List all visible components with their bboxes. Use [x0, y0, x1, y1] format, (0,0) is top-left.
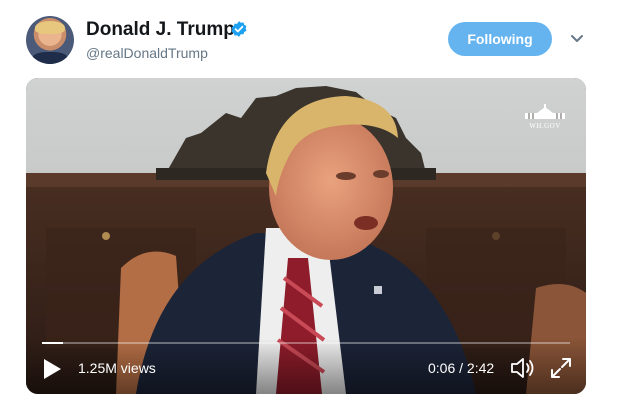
volume-icon[interactable] [510, 356, 536, 380]
fullscreen-icon[interactable] [550, 357, 572, 379]
tweet-header: Donald J. Trump @realDonaldTrump Followi… [0, 0, 620, 78]
video-controls: 1.25M views 0:06 / 2:42 [26, 338, 586, 394]
white-house-logo-icon [525, 104, 565, 119]
following-button[interactable]: Following [448, 22, 552, 56]
watermark-text: WH.GOV [529, 122, 561, 130]
video-player[interactable]: WH.GOV 1.25M views 0:06 / 2:42 [26, 78, 586, 394]
wh-gov-watermark: WH.GOV [522, 104, 568, 130]
verified-badge-icon [231, 21, 247, 37]
avatar[interactable] [26, 16, 74, 64]
view-count: 1.25M views [78, 360, 156, 376]
chevron-down-icon[interactable] [570, 34, 584, 44]
user-handle[interactable]: @realDonaldTrump [86, 45, 208, 61]
progress-fill [42, 342, 64, 344]
display-name[interactable]: Donald J. Trump [86, 19, 235, 41]
video-time: 0:06 / 2:42 [428, 360, 495, 376]
play-icon[interactable] [42, 358, 62, 380]
progress-bar[interactable] [42, 342, 570, 344]
